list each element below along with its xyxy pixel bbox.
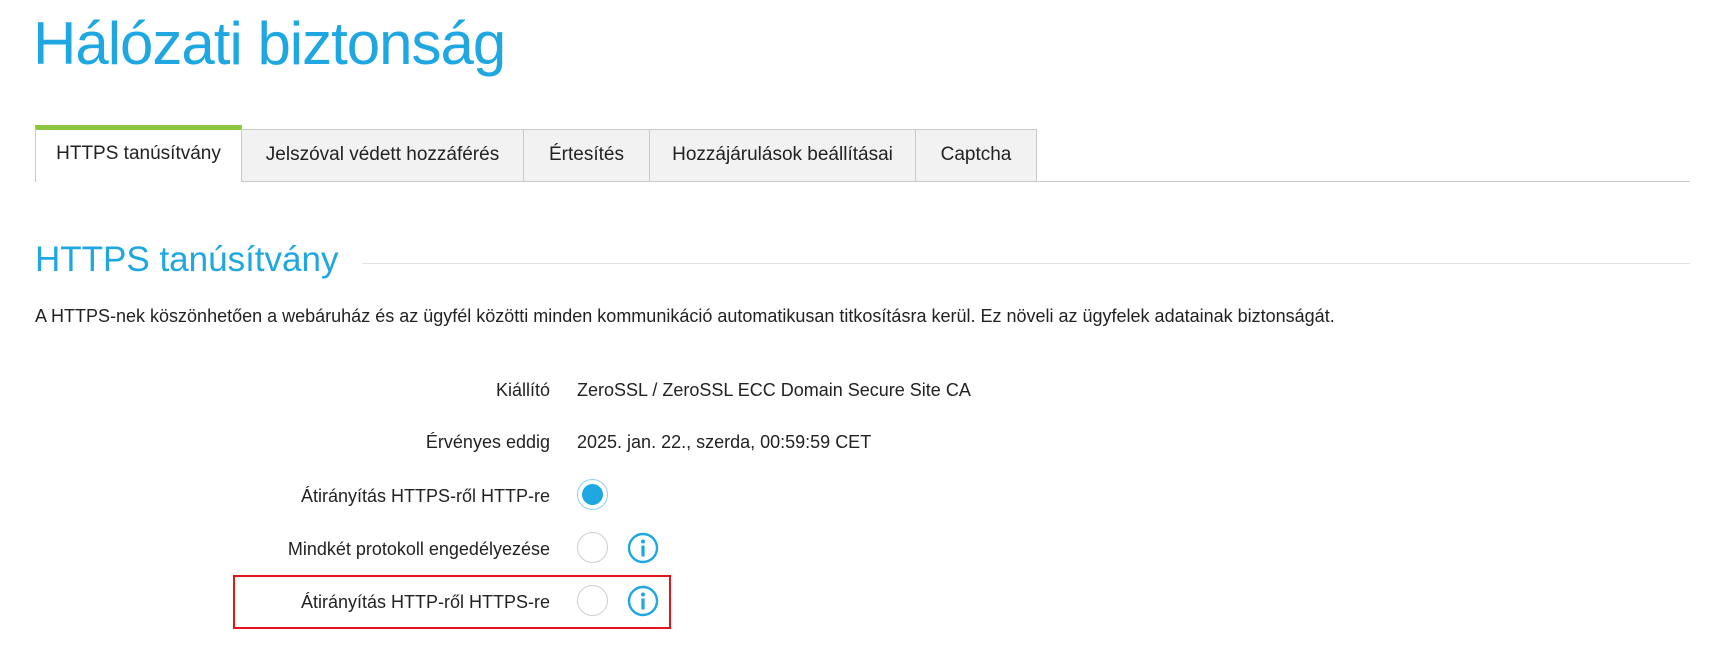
option-http-to-https-radio[interactable] [577,585,608,616]
option-both-protocols-row: Mindkét protokoll engedélyezése [0,529,1712,569]
option-both-protocols-label: Mindkét protokoll engedélyezése [287,539,550,559]
tab-bar: HTTPS tanúsítvány Jelszóval védett hozzá… [35,125,1690,182]
issuer-label: Kiállító [495,380,550,400]
valid-until-value: 2025. jan. 22., szerda, 00:59:59 CET [577,432,872,452]
section-description: A HTTPS-nek köszönhetően a webáruház és … [35,306,1335,326]
tab-https-certificate[interactable]: HTTPS tanúsítvány [35,125,242,182]
option-http-to-https-label: Átirányítás HTTP-ről HTTPS-re [300,592,550,612]
info-circle-icon[interactable] [627,532,659,564]
tab-notification[interactable]: Értesítés [523,129,650,181]
radio-selected-dot [582,484,603,505]
section-title: HTTPS tanúsítvány [35,236,363,284]
option-https-to-http-radio[interactable] [577,479,608,510]
valid-until-row: Érvényes eddig 2025. jan. 22., szerda, 0… [0,422,1712,462]
page-title: Hálózati biztonság [33,10,506,77]
page: Hálózati biztonság HTTPS tanúsítvány Jel… [0,0,1712,651]
valid-until-label: Érvényes eddig [425,432,550,452]
tab-password-protected-access[interactable]: Jelszóval védett hozzáférés [241,129,524,181]
option-http-to-https-row: Átirányítás HTTP-ről HTTPS-re [0,582,1712,622]
info-circle-icon[interactable] [627,585,659,617]
option-https-to-http-row: Átirányítás HTTPS-ről HTTP-re [0,476,1712,516]
option-both-protocols-radio[interactable] [577,532,608,563]
tab-captcha[interactable]: Captcha [915,129,1037,181]
tab-consent-settings[interactable]: Hozzájárulások beállításai [649,129,916,181]
issuer-row: Kiállító ZeroSSL / ZeroSSL ECC Domain Se… [0,370,1712,410]
option-https-to-http-label: Átirányítás HTTPS-ről HTTP-re [300,486,550,506]
issuer-value: ZeroSSL / ZeroSSL ECC Domain Secure Site… [577,380,971,400]
